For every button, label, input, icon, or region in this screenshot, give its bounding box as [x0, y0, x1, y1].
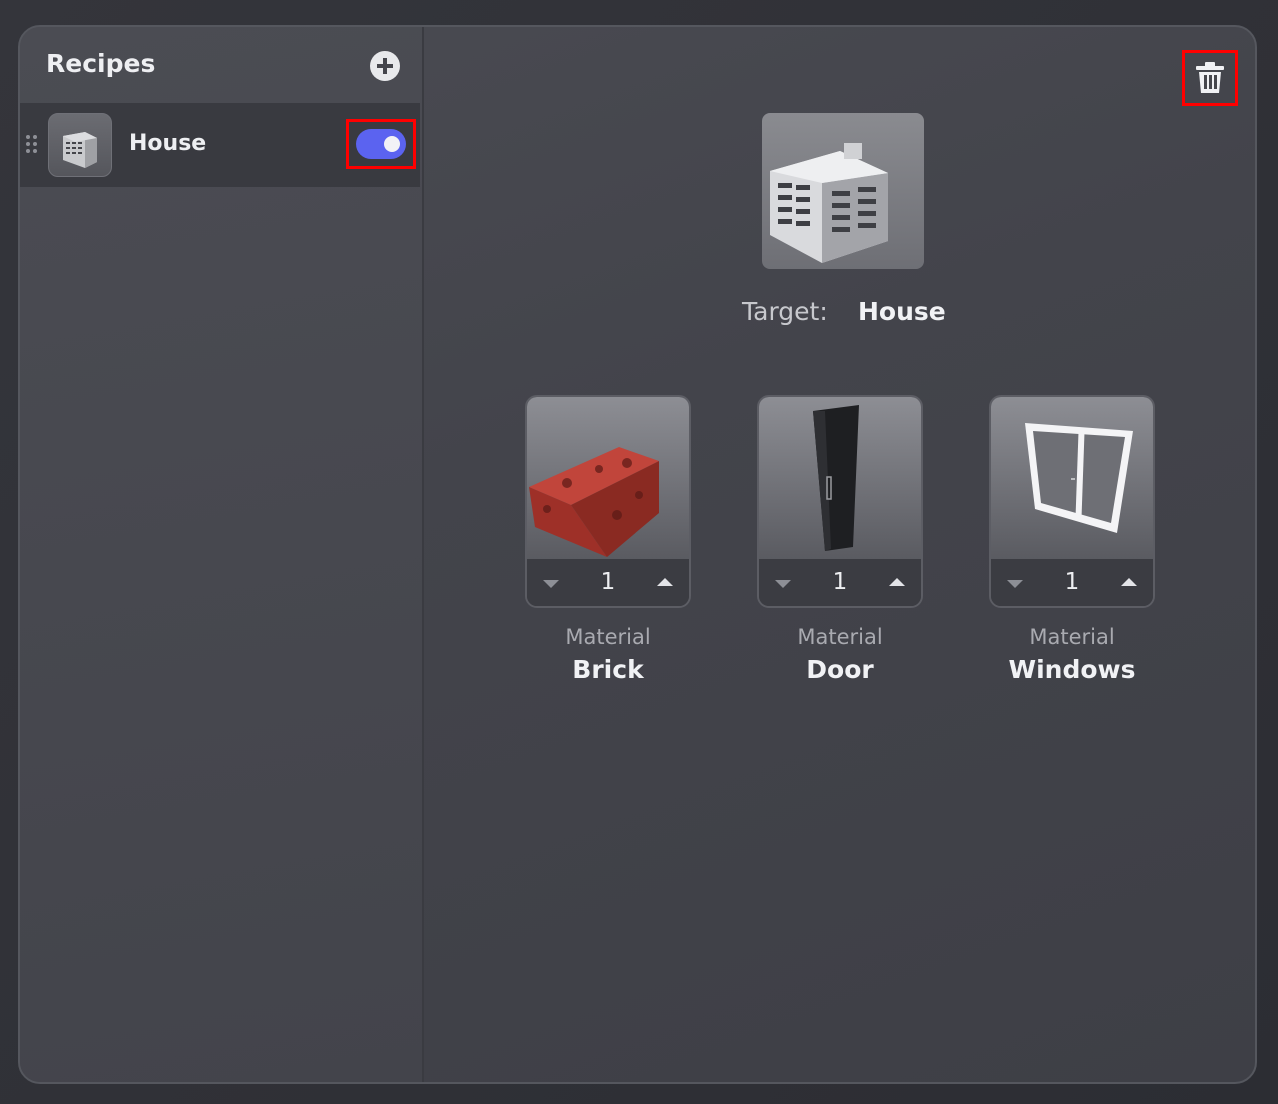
sidebar-item-house[interactable]: House [20, 103, 420, 187]
door-icon [813, 405, 859, 551]
trash-icon [1196, 62, 1224, 93]
toggle-knob [384, 136, 400, 152]
material-image [759, 397, 921, 559]
material-name-label: Windows [1008, 655, 1136, 684]
increment-icon[interactable] [657, 578, 673, 586]
sidebar-title: Recipes [46, 49, 156, 78]
recipe-enabled-toggle[interactable] [356, 129, 406, 159]
target-value: House [858, 297, 946, 326]
material-card-door[interactable]: 1 [757, 395, 923, 608]
app-stage: Recipes House Target: House 1 Material B… [0, 0, 1278, 1104]
window-icon [1025, 423, 1133, 533]
drag-handle-icon[interactable] [26, 135, 38, 153]
brick-icon [529, 447, 659, 557]
material-kind-label: Material [797, 625, 883, 649]
material-image [527, 397, 689, 559]
material-card-windows[interactable]: 1 [989, 395, 1155, 608]
building-icon [770, 143, 888, 263]
building-icon [63, 132, 97, 168]
delete-recipe-button[interactable] [1192, 60, 1228, 96]
material-name-label: Brick [572, 655, 644, 684]
material-card-brick[interactable]: 1 [525, 395, 691, 608]
sidebar-header: Recipes [20, 27, 422, 103]
quantity-stepper: 1 [759, 559, 921, 606]
material-image [991, 397, 1153, 559]
sidebar-item-label: House [129, 131, 207, 156]
add-recipe-button[interactable] [370, 51, 400, 81]
increment-icon[interactable] [1121, 578, 1137, 586]
increment-icon[interactable] [889, 578, 905, 586]
recipe-thumbnail [48, 113, 112, 177]
quantity-stepper: 1 [527, 559, 689, 606]
material-name-label: Door [806, 655, 874, 684]
target-thumbnail [762, 113, 924, 269]
recipes-panel: Recipes House Target: House 1 Material B… [18, 25, 1257, 1084]
target-label: Target: [742, 297, 828, 326]
material-kind-label: Material [1029, 625, 1115, 649]
recipes-sidebar: Recipes House [20, 27, 424, 1082]
material-kind-label: Material [565, 625, 651, 649]
quantity-stepper: 1 [991, 559, 1153, 606]
